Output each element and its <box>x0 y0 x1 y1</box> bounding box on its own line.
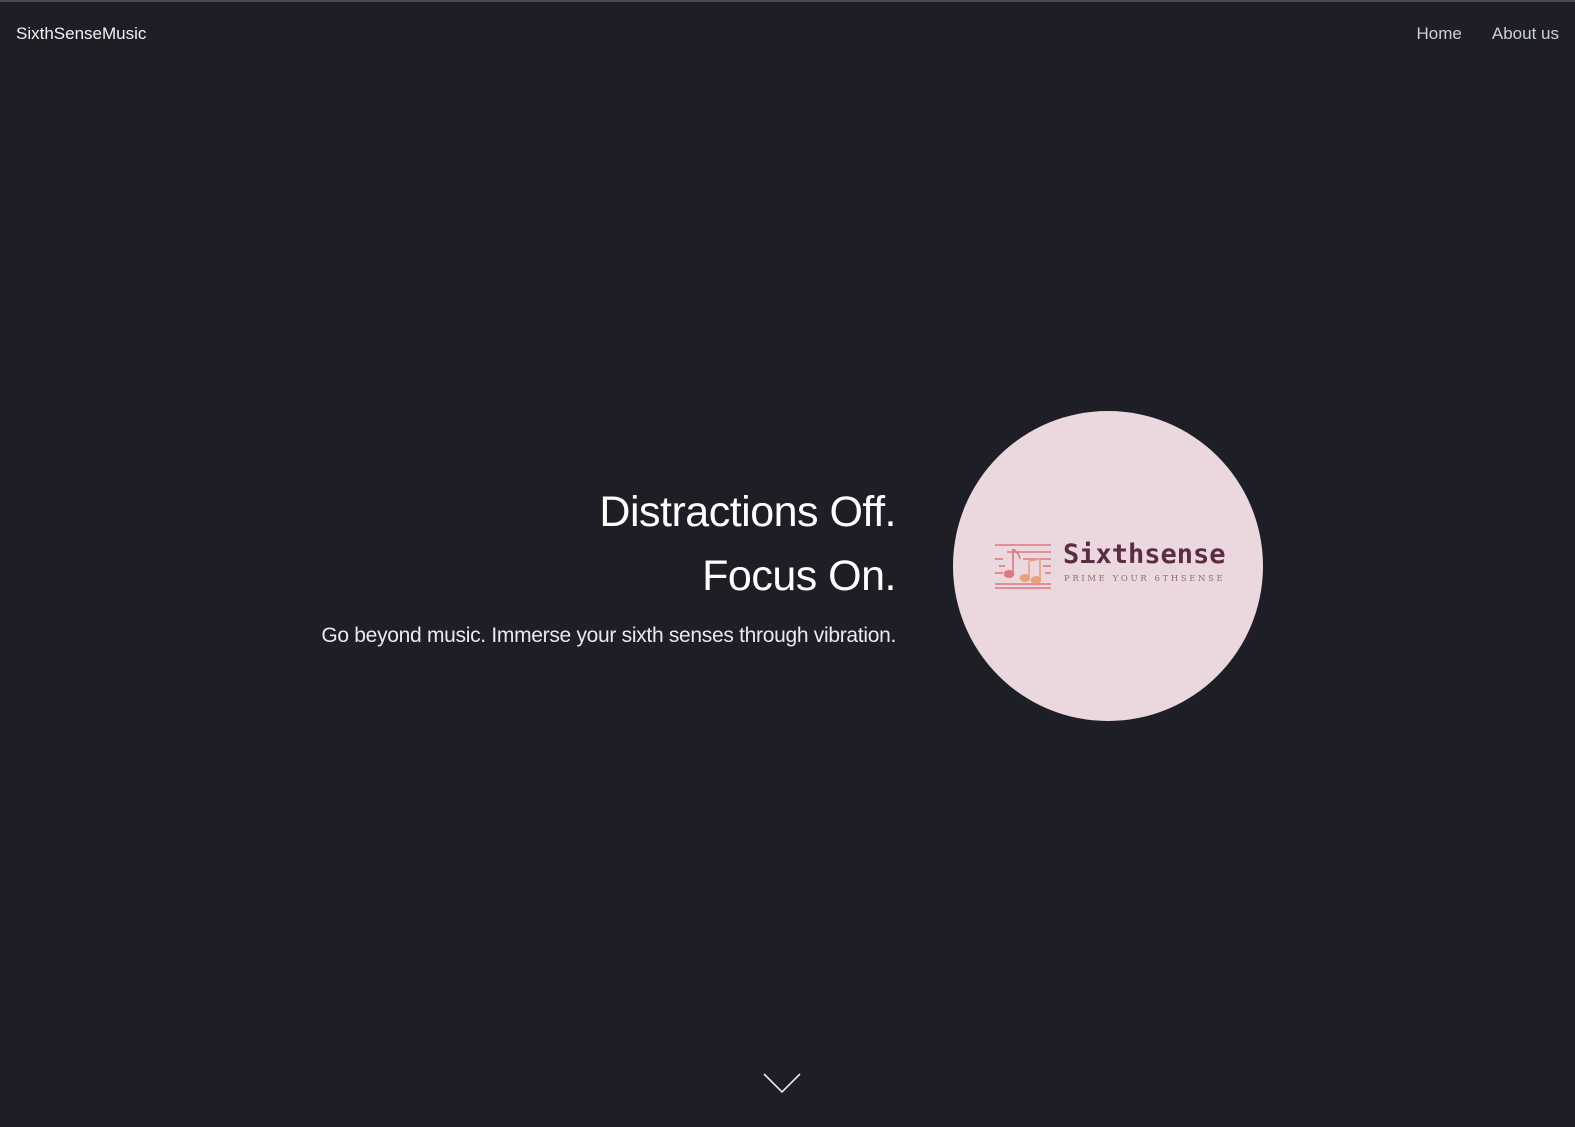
music-staff-icon <box>995 544 1051 589</box>
headline-line-2: Focus On. <box>702 552 896 600</box>
brand-link[interactable]: SixthSenseMusic <box>16 24 146 44</box>
logo-subtitle: PRIME YOUR 6THSENSE <box>1064 574 1226 584</box>
nav-home-link[interactable]: Home <box>1417 24 1462 44</box>
top-nav: Home About us <box>1417 24 1559 44</box>
logo-badge: Sixthsense PRIME YOUR 6THSENSE <box>953 411 1263 721</box>
landing-page: SixthSenseMusic Home About us Distractio… <box>0 0 1575 1127</box>
hero-text: Distractions Off. Focus On. Go beyond mu… <box>321 480 896 648</box>
logo-name: Sixthsense <box>1063 539 1226 570</box>
chevron-down-icon[interactable] <box>763 1072 801 1094</box>
tagline: Go beyond music. Immerse your sixth sens… <box>321 624 896 647</box>
nav-about-link[interactable]: About us <box>1492 24 1559 44</box>
headline-line-1: Distractions Off. <box>599 488 896 536</box>
